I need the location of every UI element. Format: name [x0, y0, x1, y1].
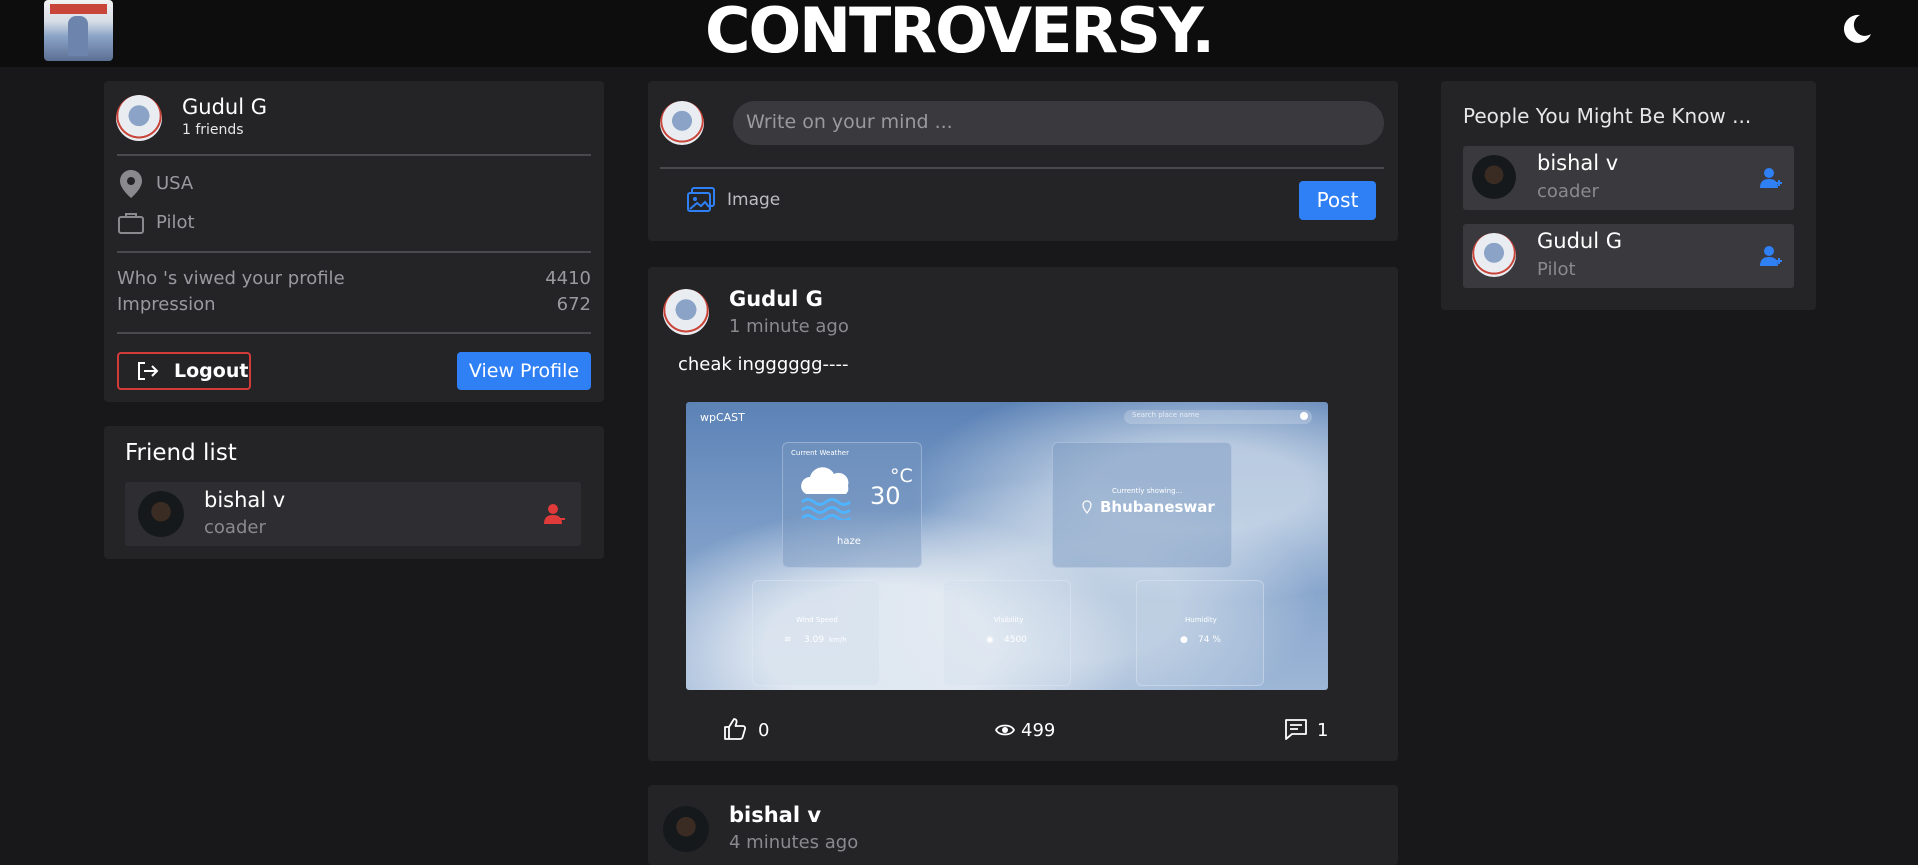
friend-list-title: Friend list — [125, 440, 237, 466]
post-button[interactable]: Post — [1299, 181, 1376, 220]
visibility-label: Visibility — [994, 616, 1024, 624]
humidity-drop-icon: ● — [1180, 635, 1188, 645]
divider — [117, 251, 591, 253]
humidity-panel — [1136, 580, 1264, 686]
comment-icon[interactable] — [1284, 718, 1308, 741]
currently-showing-label: Currently showing... — [1112, 487, 1183, 495]
post-image[interactable]: wpCAST Search place name Current Weather… — [686, 402, 1328, 690]
post-timestamp: 4 minutes ago — [729, 832, 859, 853]
stat-value-profile-views: 4410 — [545, 268, 591, 289]
current-weather-label: Current Weather — [791, 449, 849, 457]
wind-speed-value: 3.09 — [804, 635, 825, 645]
visibility-value: 4500 — [1004, 635, 1027, 645]
humidity-label: Humidity — [1185, 616, 1217, 624]
haze-weather-icon — [801, 467, 851, 520]
view-count: 499 — [1021, 720, 1056, 741]
post-author-avatar[interactable] — [663, 289, 709, 335]
suggestions-title: People You Might Be Know ... — [1463, 104, 1752, 128]
profile-job: Pilot — [156, 212, 195, 233]
post-author-name[interactable]: bishal v — [729, 803, 821, 827]
briefcase-icon — [118, 213, 144, 234]
suggestion-job: coader — [1537, 181, 1599, 202]
city-pin-icon — [1082, 500, 1092, 514]
divider — [117, 332, 591, 334]
views-eye-icon — [995, 724, 1015, 736]
post-author-name[interactable]: Gudul G — [729, 287, 823, 311]
remove-friend-icon[interactable] — [542, 502, 566, 526]
suggestion-avatar[interactable] — [1472, 155, 1516, 199]
wind-speed-unit: km/h — [829, 636, 847, 644]
top-bar: CONTROVERSY. — [0, 0, 1918, 67]
add-friend-icon[interactable] — [1759, 166, 1783, 190]
like-thumb-icon[interactable] — [723, 717, 747, 741]
logout-icon — [138, 362, 159, 380]
suggestion-job: Pilot — [1537, 259, 1576, 280]
weather-search-icon — [1300, 412, 1308, 420]
wind-speed-panel — [752, 580, 880, 686]
add-friend-icon[interactable] — [1759, 244, 1783, 268]
divider — [117, 154, 591, 156]
friend-list-item[interactable] — [125, 482, 581, 546]
brand-title: CONTROVERSY. — [704, 0, 1215, 67]
suggestion-avatar[interactable] — [1472, 233, 1516, 277]
profile-avatar[interactable] — [116, 95, 162, 141]
image-upload-label[interactable]: Image — [727, 190, 780, 210]
view-profile-button[interactable]: View Profile — [457, 352, 591, 390]
weather-app-name: wpCAST — [700, 411, 745, 424]
friend-name[interactable]: bishal v — [204, 488, 285, 512]
profile-location: USA — [156, 173, 194, 194]
wind-icon: ≋ — [784, 635, 792, 645]
visibility-panel — [943, 580, 1071, 686]
logout-label[interactable]: Logout — [174, 360, 248, 382]
profile-friends-count: 1 friends — [182, 122, 244, 138]
profile-name[interactable]: Gudul G — [182, 95, 267, 119]
stat-label-impression: Impression — [117, 294, 216, 315]
image-upload-icon[interactable] — [687, 187, 715, 213]
humidity-value: 74 % — [1198, 635, 1221, 645]
stat-label-profile-views: Who 's viwed your profile — [117, 268, 345, 289]
temperature-unit: °C — [890, 465, 913, 487]
visibility-eye-icon: ◉ — [986, 635, 994, 645]
dark-mode-moon-icon[interactable] — [1840, 12, 1874, 46]
weather-search-placeholder: Search place name — [1132, 411, 1200, 419]
weather-condition: haze — [837, 536, 861, 547]
composer-avatar — [660, 101, 704, 145]
stat-value-impression: 672 — [556, 294, 591, 315]
city-name: Bhubaneswar — [1100, 498, 1215, 516]
friend-avatar[interactable] — [138, 491, 184, 537]
wind-speed-label: Wind Speed — [796, 616, 838, 624]
comment-count[interactable]: 1 — [1317, 720, 1328, 741]
post-input-placeholder[interactable]: Write on your mind ... — [746, 111, 953, 133]
post-text: cheak ingggggg---- — [678, 354, 849, 375]
location-pin-icon — [120, 170, 142, 198]
post-author-avatar[interactable] — [663, 806, 709, 852]
suggestion-name[interactable]: bishal v — [1537, 151, 1618, 175]
post-timestamp: 1 minute ago — [729, 316, 849, 337]
like-count: 0 — [758, 720, 770, 741]
divider — [660, 167, 1384, 169]
friend-job: coader — [204, 517, 266, 538]
suggestion-name[interactable]: Gudul G — [1537, 229, 1622, 253]
